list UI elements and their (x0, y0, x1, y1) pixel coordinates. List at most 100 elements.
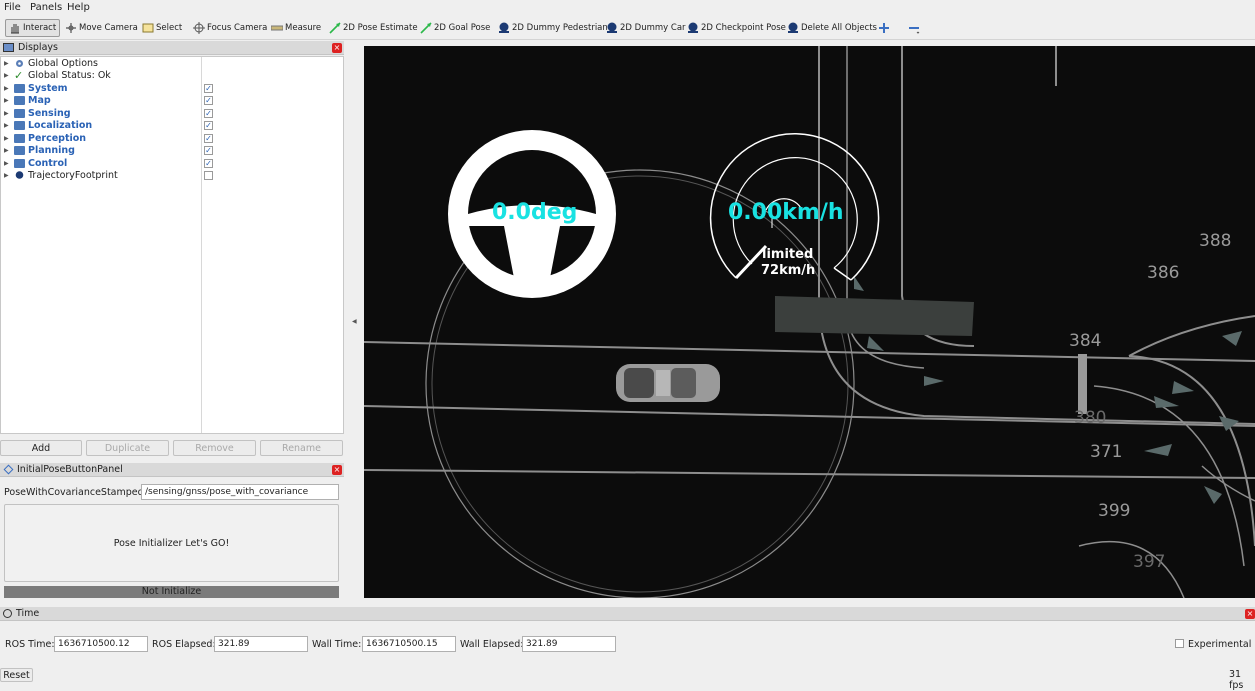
tree-item-global-status[interactable]: ▶ ✓ Global Status: Ok (1, 70, 345, 83)
menu-file[interactable]: File (4, 2, 21, 13)
tree-item-trajectory-footprint[interactable]: ▶ TrajectoryFootprint (1, 170, 345, 183)
tree-item-system[interactable]: ▶ System ✓ (1, 82, 345, 95)
remove-display-button[interactable]: Remove (173, 440, 256, 456)
expand-arrow-icon[interactable]: ▶ (4, 147, 9, 154)
tree-item-map[interactable]: ▶ Map ✓ (1, 95, 345, 108)
monitor-icon (3, 43, 14, 52)
wall-elapsed-field[interactable]: 321.89 (522, 636, 616, 652)
enabled-checkbox[interactable]: ✓ (204, 158, 213, 168)
menu-bar: File Panels Help (0, 0, 1255, 16)
steering-angle-readout: 0.0deg (492, 200, 578, 225)
add-display-button[interactable]: Add (0, 440, 82, 456)
checkpoint-pose-tool[interactable]: 2D Checkpoint Pose (684, 19, 789, 37)
enabled-checkbox[interactable]: ✓ (204, 121, 213, 131)
lane-id-label: 399 (1098, 501, 1131, 521)
close-icon[interactable]: × (1245, 609, 1255, 619)
displays-tree: ▶ Global Options ▶ ✓ Global Status: Ok ▶… (0, 56, 344, 434)
dummy-pedestrian-tool[interactable]: 2D Dummy Pedestrian (495, 19, 611, 37)
delete-all-objects-tool[interactable]: Delete All Objects (784, 19, 880, 37)
pose-initializer-go-button[interactable]: Pose Initializer Let's GO! (4, 504, 339, 582)
lane-id-label: 388 (1199, 231, 1232, 251)
expand-arrow-icon[interactable]: ▶ (4, 85, 9, 92)
diamond-icon (3, 464, 14, 475)
add-tool-button[interactable] (875, 19, 895, 37)
move-camera-icon (65, 22, 77, 34)
topic-type-label: PoseWithCovarianceStamped (4, 487, 144, 498)
initial-pose-panel-header: InitialPoseButtonPanel × (0, 463, 344, 477)
initial-pose-panel-title: InitialPoseButtonPanel (17, 464, 123, 475)
tree-item-control[interactable]: ▶ Control ✓ (1, 157, 345, 170)
expand-arrow-icon[interactable]: ▶ (4, 122, 9, 129)
menu-panels[interactable]: Panels (30, 2, 62, 13)
enabled-checkbox[interactable] (204, 171, 213, 181)
enabled-checkbox[interactable]: ✓ (204, 96, 213, 106)
tree-item-localization[interactable]: ▶ Localization ✓ (1, 120, 345, 133)
focus-camera-tool[interactable]: Focus Camera (190, 19, 270, 37)
tree-item-planning[interactable]: ▶ Planning ✓ (1, 145, 345, 158)
ego-vehicle (616, 364, 720, 402)
folder-icon (14, 146, 25, 156)
tree-item-perception[interactable]: ▶ Perception ✓ (1, 132, 345, 145)
lane-id-label: 397 (1133, 552, 1166, 572)
wall-time-field[interactable]: 1636710500.15 (362, 636, 456, 652)
expand-arrow-icon[interactable]: ▶ (4, 160, 9, 167)
collapse-left-arrow-icon[interactable]: ◀ (352, 318, 357, 325)
hand-icon (9, 22, 21, 34)
lane-id-label: 386 (1147, 263, 1180, 283)
ros-elapsed-field[interactable]: 321.89 (214, 636, 308, 652)
enabled-checkbox[interactable]: ✓ (204, 133, 213, 143)
folder-icon (14, 158, 25, 168)
rename-display-button[interactable]: Rename (260, 440, 343, 456)
move-camera-tool[interactable]: Move Camera (62, 19, 141, 37)
close-icon[interactable]: × (332, 43, 342, 53)
dummy-car-tool[interactable]: 2D Dummy Car (603, 19, 689, 37)
enabled-checkbox[interactable]: ✓ (204, 146, 213, 156)
expand-arrow-icon[interactable]: ▶ (4, 172, 9, 179)
autoware-icon (687, 22, 699, 34)
time-panel-title: Time (16, 608, 40, 619)
topic-input[interactable]: /sensing/gnss/pose_with_covariance (141, 484, 339, 500)
close-icon[interactable]: × (332, 465, 342, 475)
pose-estimate-tool[interactable]: 2D Pose Estimate (326, 19, 421, 37)
reset-button[interactable]: Reset (0, 668, 33, 682)
goal-arrow-icon (420, 22, 432, 34)
3d-viewport[interactable]: 0.0deg 0.00km/h limited 72km/h 388 386 3… (364, 46, 1255, 598)
expand-arrow-icon[interactable]: ▶ (4, 97, 9, 104)
speed-limit-value: 72km/h (761, 263, 816, 278)
measure-icon (270, 22, 284, 34)
fps-counter: 31 fps (1229, 669, 1244, 691)
folder-icon (14, 108, 25, 118)
select-icon (142, 22, 154, 34)
autoware-icon (606, 22, 618, 34)
experimental-checkbox[interactable] (1175, 639, 1184, 648)
lane-id-label: 384 (1069, 331, 1102, 351)
goal-pose-tool[interactable]: 2D Goal Pose (417, 19, 493, 37)
ros-time-field[interactable]: 1636710500.12 (54, 636, 148, 652)
autoware-icon (498, 22, 510, 34)
checkmark-icon: ✓ (14, 69, 24, 83)
expand-arrow-icon[interactable]: ▶ (4, 110, 9, 117)
interact-tool[interactable]: Interact (5, 19, 61, 37)
menu-help[interactable]: Help (67, 2, 90, 13)
lane-id-label: 371 (1090, 442, 1123, 462)
tree-item-sensing[interactable]: ▶ Sensing ✓ (1, 107, 345, 120)
speed-readout: 0.00km/h (728, 200, 844, 225)
expand-arrow-icon[interactable]: ▶ (4, 72, 9, 79)
ros-elapsed-label: ROS Elapsed: (152, 639, 216, 650)
enabled-checkbox[interactable]: ✓ (204, 108, 213, 118)
remove-tool-button[interactable] (905, 19, 925, 37)
initialization-status: Not Initialize (4, 586, 339, 598)
folder-icon (14, 83, 25, 93)
tree-item-global-options[interactable]: ▶ Global Options (1, 57, 345, 70)
duplicate-display-button[interactable]: Duplicate (86, 440, 169, 456)
speed-limit-label: limited (762, 247, 814, 262)
measure-tool[interactable]: Measure (268, 19, 324, 37)
enabled-checkbox[interactable]: ✓ (204, 83, 213, 93)
expand-arrow-icon[interactable]: ▶ (4, 135, 9, 142)
expand-arrow-icon[interactable]: ▶ (4, 60, 9, 67)
ros-time-label: ROS Time: (5, 639, 55, 650)
select-tool[interactable]: Select (139, 19, 185, 37)
lane-id-label: 380 (1074, 408, 1107, 428)
folder-icon (14, 133, 25, 143)
displays-panel-title: Displays (18, 42, 58, 53)
